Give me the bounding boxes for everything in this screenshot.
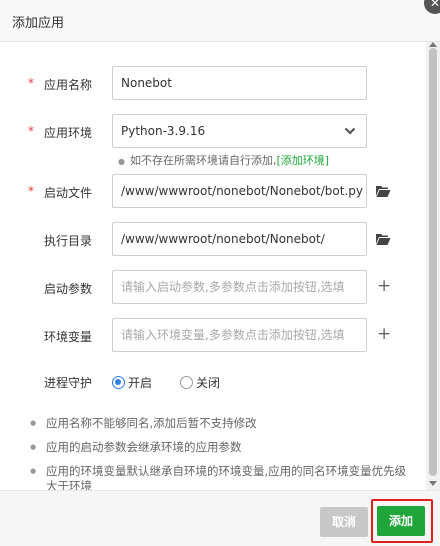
add-button[interactable]: 添加 [377,506,425,536]
dialog-title: 添加应用 [12,16,65,31]
app-env-value: Python-3.9.16 [121,124,206,138]
notes-list: 应用名称不能够同名,添加后暂不支持修改 应用的启动参数会继承环境的应用参数 应用… [30,416,410,490]
app-env-hint: ● 如不存在所需环境请自行添加,[添加环境] [118,152,329,168]
note-item: 应用的环境变量默认继承自环境的环境变量,应用的同名环境变量优先级大于环境 [30,464,410,490]
app-name-label: 应用名称 [44,78,93,92]
hint-text: 如不存在所需环境请自行添加, [129,154,277,167]
folder-open-icon[interactable] [375,184,391,198]
required-star: * [28,184,34,198]
note-item: 应用的启动参数会继承环境的应用参数 [30,440,410,455]
required-star: * [28,124,34,138]
daemon-on-label: 开启 [128,376,153,390]
add-env-var-plus-icon[interactable]: + [377,326,391,343]
start-params-label: 启动参数 [44,282,93,296]
start-file-input[interactable]: /www/wwwroot/nonebot/Nonebot/bot.py [112,174,367,208]
add-env-link[interactable]: [添加环境] [276,154,329,167]
daemon-off-label: 关闭 [196,376,221,390]
scrollbar[interactable] [426,42,440,490]
folder-open-icon[interactable] [375,232,391,246]
hint-bullet: ● [118,157,125,166]
env-vars-input[interactable]: 请输入环境变量,多参数点击添加按钮,选填 [112,318,367,352]
required-star: * [28,76,34,90]
radio-checked[interactable] [112,376,125,389]
start-params-input[interactable]: 请输入启动参数,多参数点击添加按钮,选填 [112,270,367,304]
scroll-thumb[interactable] [429,48,437,476]
add-app-dialog: 添加应用 ✕ * 应用名称 Nonebot * 应用环境 Python-3.9.… [0,0,440,546]
daemon-label: 进程守护 [44,376,93,390]
dialog-header: 添加应用 [0,0,440,42]
app-env-select[interactable]: Python-3.9.16 [112,114,367,148]
scroll-down-icon[interactable] [429,481,437,486]
start-file-label: 启动文件 [44,186,93,200]
exec-dir-label: 执行目录 [44,234,93,248]
note-item: 应用名称不能够同名,添加后暂不支持修改 [30,416,410,431]
daemon-on-option[interactable]: 开启 [112,374,152,391]
dialog-body: * 应用名称 Nonebot * 应用环境 Python-3.9.16 ● 如不存… [0,42,426,490]
add-param-plus-icon[interactable]: + [377,278,391,295]
app-name-input[interactable]: Nonebot [112,66,367,100]
exec-dir-input[interactable]: /www/wwwroot/nonebot/Nonebot/ [112,222,367,256]
chevron-down-icon [344,127,356,135]
scroll-up-icon[interactable] [429,42,437,47]
radio-unchecked[interactable] [180,376,193,389]
dialog-footer: 取消 添加 [0,490,440,546]
cancel-button[interactable]: 取消 [320,507,368,537]
app-env-label: 应用环境 [44,126,93,140]
env-vars-label: 环境变量 [44,330,93,344]
daemon-off-option[interactable]: 关闭 [180,374,220,391]
